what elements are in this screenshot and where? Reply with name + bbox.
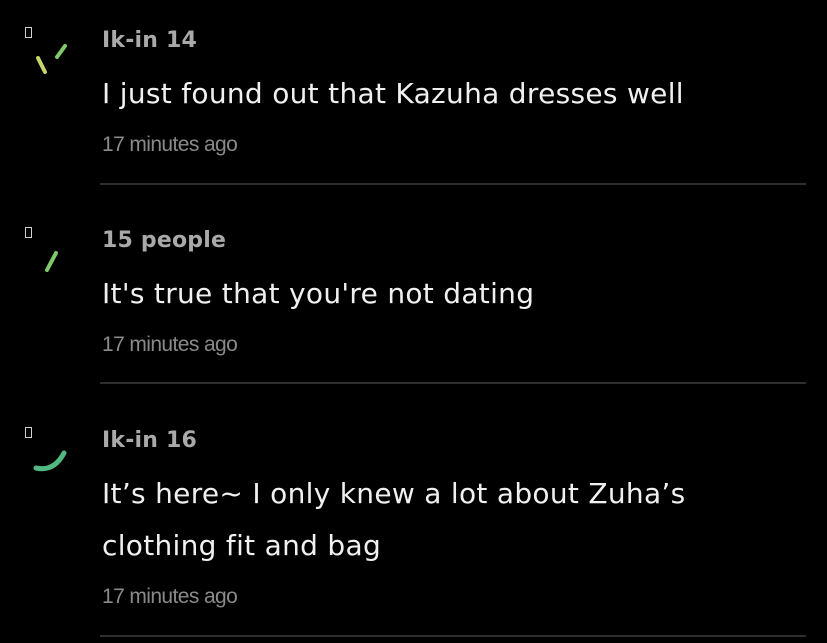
comment-item: Ik-in 16 It’s here~ I only knew a lot ab…: [0, 400, 827, 643]
comment-divider: [100, 382, 806, 384]
comment-author[interactable]: Ik-in 16: [102, 428, 197, 453]
comment-author[interactable]: Ik-in 14: [102, 28, 197, 53]
comment-text: It's true that you're not dating: [102, 277, 535, 310]
comment-author[interactable]: 15 people: [102, 228, 226, 253]
comment-text: It’s here~ I only knew a lot about Zuha’…: [102, 477, 686, 562]
comment-item: Ik-in 14 I just found out that Kazuha dr…: [0, 0, 827, 186]
comment-list: Ik-in 14 I just found out that Kazuha dr…: [0, 0, 827, 643]
avatar[interactable]: [24, 226, 80, 282]
comment-timestamp: 17 minutes ago: [102, 585, 238, 608]
avatar[interactable]: [24, 26, 80, 82]
loading-spinner-icon: [33, 450, 67, 472]
comment-divider: [100, 183, 806, 185]
comment-item: 15 people It's true that you're not dati…: [0, 200, 827, 386]
loading-spinner-icon: [36, 44, 67, 74]
comment-divider: [100, 635, 806, 637]
comment-timestamp: 17 minutes ago: [102, 333, 238, 356]
comment-timestamp: 17 minutes ago: [102, 133, 238, 156]
comment-text: I just found out that Kazuha dresses wel…: [102, 77, 684, 110]
loading-spinner-icon: [45, 251, 58, 272]
avatar[interactable]: [24, 426, 80, 482]
